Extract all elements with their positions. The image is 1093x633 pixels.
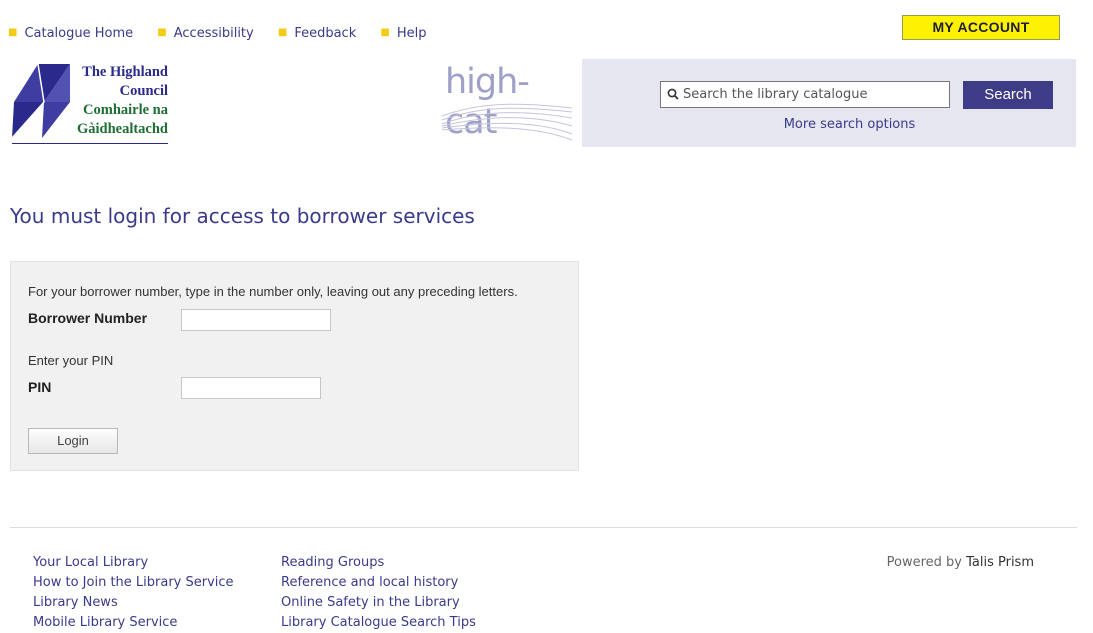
council-name-line: The Highland	[82, 64, 168, 80]
footer-link[interactable]: Reading Groups	[281, 553, 476, 573]
footer-link[interactable]: Library Catalogue Search Tips	[281, 613, 476, 633]
pin-hint: Enter your PIN	[28, 353, 114, 368]
pin-input[interactable]	[181, 377, 321, 399]
footer-divider	[10, 527, 1077, 528]
council-name: The Highland Council Comhairle na Gàidhe…	[77, 63, 168, 139]
search-button[interactable]: Search	[963, 81, 1053, 109]
nav-feedback[interactable]: ■ Feedback	[278, 26, 356, 41]
bullet-icon: ■	[8, 27, 18, 38]
nav-accessibility[interactable]: ■ Accessibility	[157, 26, 253, 41]
login-form: For your borrower number, type in the nu…	[10, 261, 579, 471]
talis-prism-link[interactable]: Talis Prism	[966, 555, 1034, 570]
council-name-line: Council	[119, 83, 168, 99]
high-cat-logo[interactable]: high-cat	[440, 62, 580, 146]
powered-by: Powered by Talis Prism	[887, 553, 1034, 573]
bullet-icon: ■	[277, 27, 288, 38]
nav-label: Help	[396, 26, 427, 41]
login-button[interactable]: Login	[28, 428, 118, 454]
logo-underline	[12, 143, 168, 144]
footer-link[interactable]: Your Local Library	[33, 553, 234, 573]
powered-by-label: Powered by	[886, 555, 962, 570]
council-emblem-icon	[11, 63, 70, 139]
footer-links-column-1: Your Local Library How to Join the Libra…	[33, 553, 234, 633]
footer-link[interactable]: Online Safety in the Library	[281, 593, 476, 613]
footer-link[interactable]: Mobile Library Service	[33, 613, 234, 633]
council-logo[interactable]: The Highland Council Comhairle na Gàidhe…	[10, 62, 170, 144]
search-icon	[667, 88, 679, 100]
council-name-line: Comhairle na	[83, 102, 168, 118]
footer-link[interactable]: Reference and local history	[281, 573, 476, 593]
search-box[interactable]	[660, 81, 950, 108]
wave-lines-icon	[441, 103, 573, 141]
nav-label: Accessibility	[173, 26, 254, 41]
pin-label: PIN	[28, 379, 52, 395]
footer-link[interactable]: How to Join the Library Service	[33, 573, 234, 593]
page-title: You must login for access to borrower se…	[10, 204, 475, 228]
top-nav: ■ Catalogue Home ■ Accessibility ■ Feedback…	[8, 26, 446, 41]
more-search-options-link[interactable]: More search options	[582, 117, 1093, 132]
nav-catalogue-home[interactable]: ■ Catalogue Home	[8, 26, 133, 41]
borrower-number-hint: For your borrower number, type in the nu…	[28, 284, 518, 299]
search-panel: Search More search options	[582, 59, 1076, 147]
bullet-icon: ■	[380, 27, 390, 38]
borrower-number-input[interactable]	[181, 309, 331, 331]
footer-links-column-2: Reading Groups Reference and local histo…	[281, 553, 476, 633]
borrower-number-label: Borrower Number	[28, 310, 148, 326]
nav-label: Feedback	[294, 26, 357, 41]
footer-link[interactable]: Library News	[33, 593, 234, 613]
search-input[interactable]	[683, 84, 943, 104]
my-account-button[interactable]: MY ACCOUNT	[902, 15, 1060, 40]
council-name-line: Gàidhealtachd	[76, 121, 168, 137]
nav-help[interactable]: ■ Help	[380, 26, 426, 41]
nav-label: Catalogue Home	[24, 26, 134, 41]
bullet-icon: ■	[157, 27, 167, 38]
